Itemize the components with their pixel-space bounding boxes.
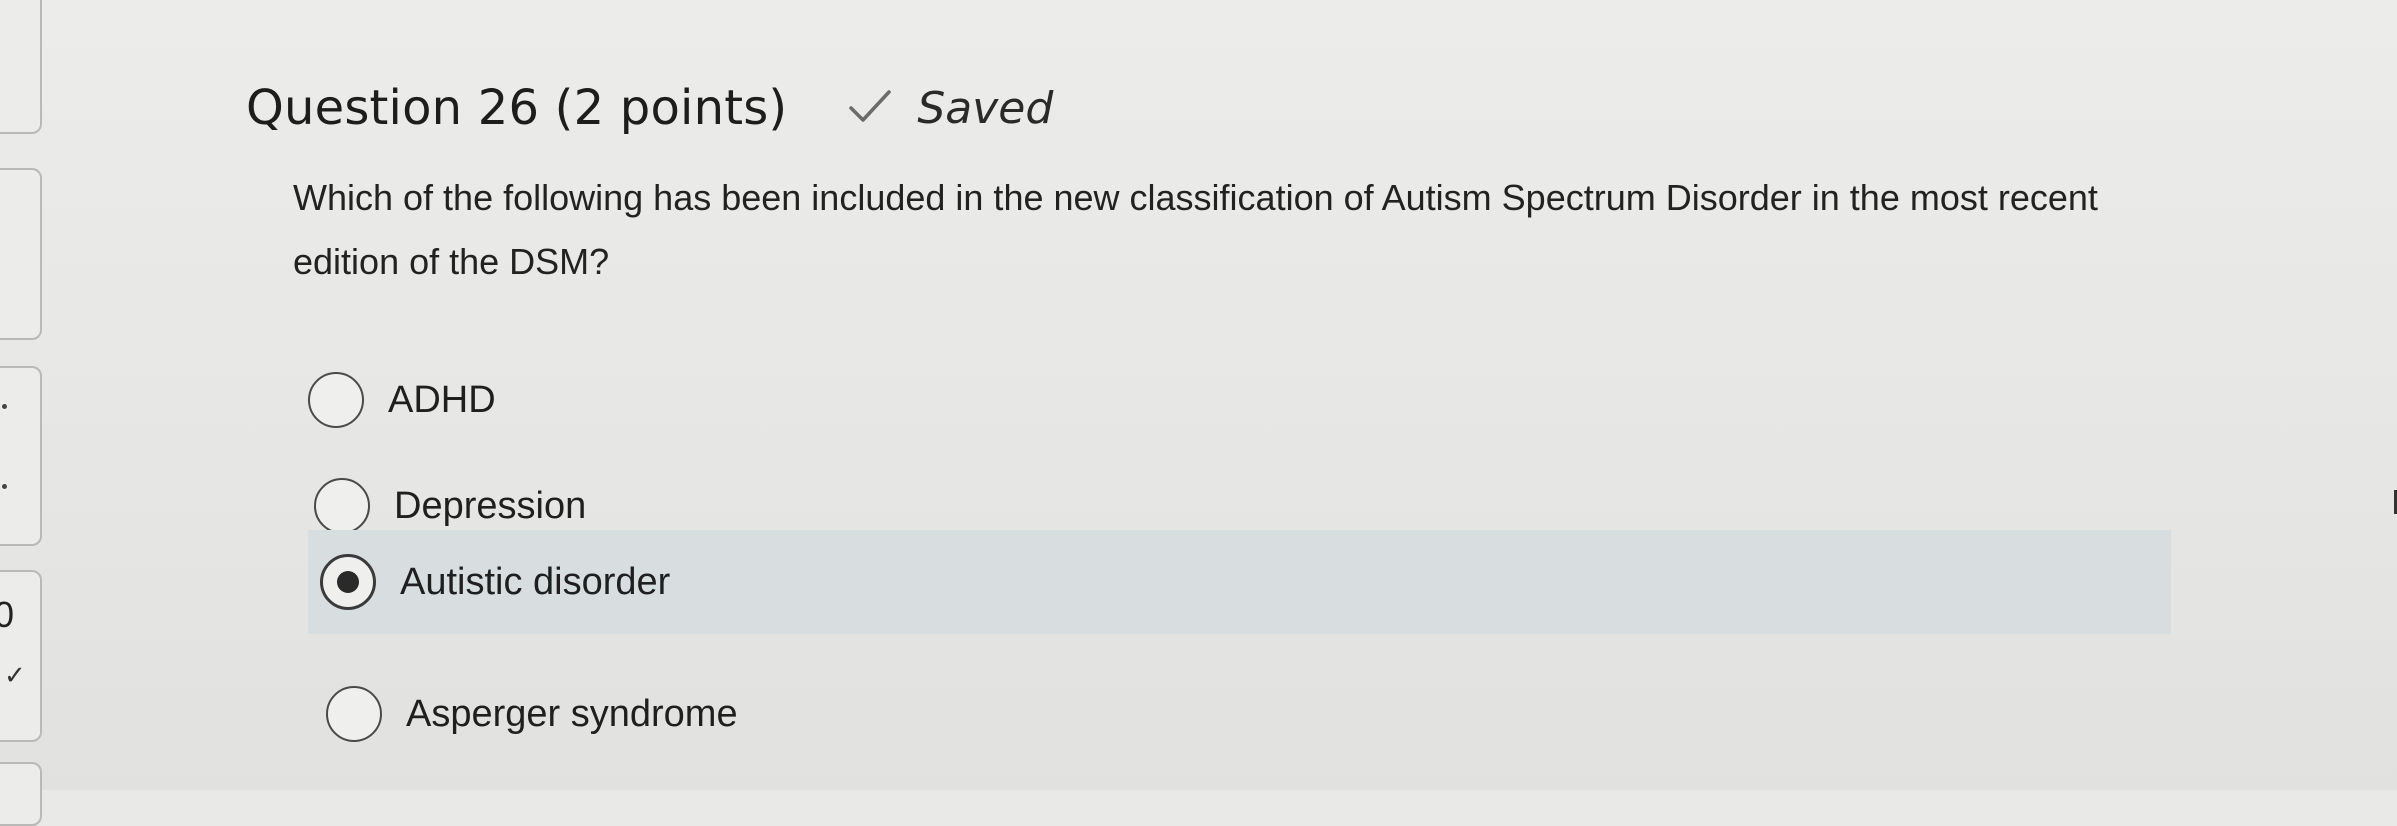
saved-status: Saved	[847, 83, 1053, 134]
nav-check-icon: ✓	[4, 660, 26, 690]
answer-label: ADHD	[388, 378, 496, 421]
answer-label: Asperger syndrome	[406, 692, 738, 735]
answer-label: Depression	[394, 484, 587, 527]
saved-label: Saved	[917, 82, 1054, 134]
nav-dot-icon	[2, 484, 7, 489]
nav-question-tile[interactable]	[0, 0, 42, 134]
radio-button-selected[interactable]	[320, 554, 376, 610]
quiz-page: 0 ✓ Question 26 (2 points) Saved Which o…	[0, 0, 2397, 826]
nav-question-tile[interactable]	[0, 168, 42, 340]
nav-question-tile[interactable]	[0, 762, 42, 826]
question-title: Question 26 (2 points)	[246, 80, 788, 136]
answer-option-asperger-syndrome[interactable]: Asperger syndrome	[326, 664, 1226, 764]
radio-button[interactable]	[326, 686, 382, 742]
radio-button[interactable]	[308, 372, 364, 428]
check-icon	[849, 90, 892, 122]
answer-option-adhd[interactable]: ADHD	[308, 350, 1208, 450]
nav-question-tile[interactable]	[0, 366, 42, 546]
answer-label: Autistic disorder	[400, 560, 671, 603]
nav-question-number: 0	[0, 594, 15, 635]
answer-option-autistic-disorder[interactable]: Autistic disorder	[308, 530, 2171, 634]
question-prompt: Which of the following has been included…	[293, 177, 2098, 282]
radio-button[interactable]	[314, 478, 370, 534]
question-navigation-rail: 0 ✓	[0, 0, 60, 826]
question-header: Question 26 (2 points) Saved	[246, 68, 1053, 148]
nav-dot-icon	[2, 404, 7, 409]
